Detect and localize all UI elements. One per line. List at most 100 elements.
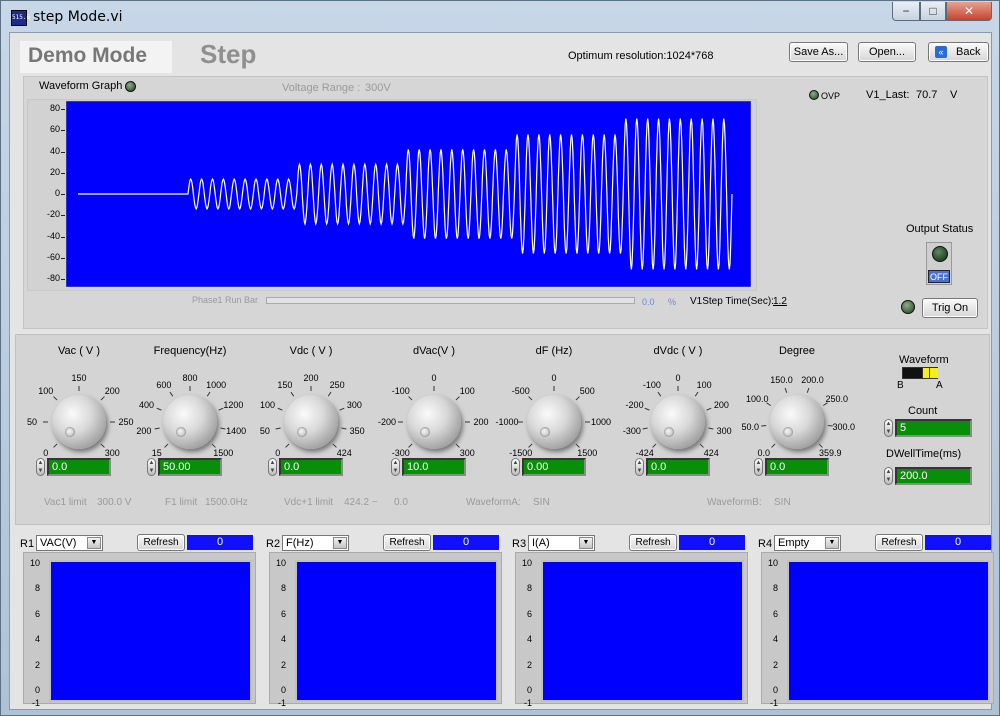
readout-select-1[interactable]: VAC(V) ▼ <box>36 535 103 551</box>
knob-tick-mark <box>455 396 460 401</box>
output-status-switch[interactable]: OFF <box>926 242 952 285</box>
trig-on-button[interactable]: Trig On <box>922 298 978 318</box>
step-title: Step <box>200 39 257 69</box>
back-label: Back <box>956 46 981 58</box>
readout-plot-1 <box>49 560 252 702</box>
chevron-down-icon: ▼ <box>825 537 839 549</box>
df-knob[interactable] <box>527 395 581 449</box>
waveform-switch-thumb <box>922 368 938 378</box>
knob-tick-mark <box>408 443 413 448</box>
knob-tick-mark <box>100 396 105 401</box>
knob-tick-mark <box>652 443 657 448</box>
open-button[interactable]: Open... <box>858 42 916 62</box>
refresh-button-3[interactable]: Refresh <box>629 534 677 551</box>
readout-plot-3 <box>541 560 744 702</box>
output-status-label: Output Status <box>906 223 974 235</box>
readout-id-3: R3 <box>512 538 527 550</box>
degree-stepper[interactable]: ▲ ▼ <box>754 458 763 476</box>
knob-tick-mark <box>218 407 224 411</box>
knob-indicator <box>176 427 186 437</box>
phase1-run-bar <box>266 297 635 304</box>
knob-tick-mark <box>154 427 160 430</box>
dvac-stepper[interactable]: ▲ ▼ <box>391 458 400 476</box>
df-knob-title: dF (Hz) <box>535 345 573 357</box>
minimize-icon: − <box>902 4 910 18</box>
dwell-time-input[interactable]: 200.0 <box>895 467 972 485</box>
count-stepper[interactable]: ▲ ▼ <box>884 419 893 437</box>
knob-tick-mark <box>332 443 337 448</box>
knob-tick-mark <box>100 443 105 448</box>
readout-value-4: 0 <box>925 535 991 550</box>
waveform-a-option: A <box>936 380 943 391</box>
knob-tick-mark <box>277 407 283 411</box>
vdc-stepper[interactable]: ▲ ▼ <box>268 458 277 476</box>
count-input[interactable]: 5 <box>895 419 972 437</box>
maximize-button[interactable]: □ <box>920 2 946 21</box>
mini-y-tick: -1 <box>277 698 286 708</box>
close-button[interactable]: ✕ <box>946 2 992 21</box>
readout-plot-4 <box>787 560 990 702</box>
y-tick-mark <box>61 130 65 132</box>
vac-value-input[interactable]: 0.0 <box>47 458 111 476</box>
dvdc-stepper[interactable]: ▲ ▼ <box>635 458 644 476</box>
vdc-knob[interactable] <box>284 395 338 449</box>
degree-value-input[interactable]: 0.0 <box>765 458 829 476</box>
run-percent-unit: % <box>668 297 677 307</box>
dvdc-value-input[interactable]: 0.0 <box>646 458 710 476</box>
back-button[interactable]: « Back <box>928 42 989 62</box>
refresh-button-4[interactable]: Refresh <box>875 534 923 551</box>
vac-stepper[interactable]: ▲ ▼ <box>36 458 45 476</box>
knob-tick-mark <box>220 427 226 430</box>
readout-value-3: 0 <box>679 535 745 550</box>
v1step-time-value[interactable]: 1.2 <box>773 296 787 307</box>
knob-tick-mark <box>211 443 216 448</box>
dvdc-knob-title: dVdc ( V ) <box>653 345 703 357</box>
refresh-button-2[interactable]: Refresh <box>383 534 431 551</box>
degree-knob[interactable] <box>770 395 824 449</box>
readout-select-3[interactable]: I(A) ▼ <box>528 535 595 551</box>
mini-y-tick: -1 <box>523 698 532 708</box>
knob-tick-mark <box>285 443 290 448</box>
dvac-knob[interactable] <box>407 395 461 449</box>
save-as-button[interactable]: Save As... <box>789 42 848 62</box>
waveform-label: Waveform <box>899 354 949 366</box>
waveform-graph-label: Waveform Graph <box>39 80 123 92</box>
knob-tick-mark <box>206 391 211 397</box>
mini-y-tick: 0 <box>34 685 40 696</box>
refresh-button-1[interactable]: Refresh <box>137 534 185 551</box>
knob-tick-mark <box>644 407 650 411</box>
mini-y-tick: 4 <box>34 634 40 645</box>
frequency-stepper[interactable]: ▲ ▼ <box>147 458 156 476</box>
df-stepper[interactable]: ▲ ▼ <box>511 458 520 476</box>
knob-indicator <box>783 427 793 437</box>
frequency-knob[interactable] <box>163 395 217 449</box>
dvac-value-input[interactable]: 10.0 <box>402 458 466 476</box>
f1-limit-value: 1500.0Hz <box>205 497 248 508</box>
dvdc-knob[interactable] <box>651 395 705 449</box>
title-bar[interactable]: 515.6 step Mode.vi − □ ✕ <box>1 1 999 31</box>
vdc-limit-label: Vdc+1 limit <box>284 497 334 508</box>
y-tick-label: 80 <box>49 103 60 113</box>
vac1-limit-value: 300.0 V <box>97 497 132 508</box>
minimize-button[interactable]: − <box>892 2 920 21</box>
vac-knob[interactable] <box>52 395 106 449</box>
readout-select-2[interactable]: F(Hz) ▼ <box>282 535 349 551</box>
knob-indicator <box>65 427 75 437</box>
waveform-plot <box>66 101 751 287</box>
y-tick-mark <box>61 215 65 217</box>
dwell-time-stepper[interactable]: ▲ ▼ <box>884 467 893 485</box>
knob-tick-mark <box>761 424 767 427</box>
run-percent-value: 0.0 <box>642 297 655 307</box>
readout-select-4[interactable]: Empty ▼ <box>774 535 841 551</box>
v1-last-value: 70.7 <box>916 89 938 101</box>
y-tick-label: 0 <box>54 188 60 198</box>
vdc-value-input[interactable]: 0.0 <box>279 458 343 476</box>
frequency-value-input[interactable]: 50.00 <box>158 458 222 476</box>
output-status-light <box>932 246 948 262</box>
knob-tick-mark <box>694 391 699 397</box>
frequency-knob-title: Frequency(Hz) <box>153 345 227 357</box>
maximize-icon: □ <box>929 4 937 18</box>
df-value-input[interactable]: 0.00 <box>522 458 586 476</box>
waveform-ab-switch[interactable] <box>902 367 938 379</box>
dwell-time-label: DWellTime(ms) <box>886 448 962 460</box>
